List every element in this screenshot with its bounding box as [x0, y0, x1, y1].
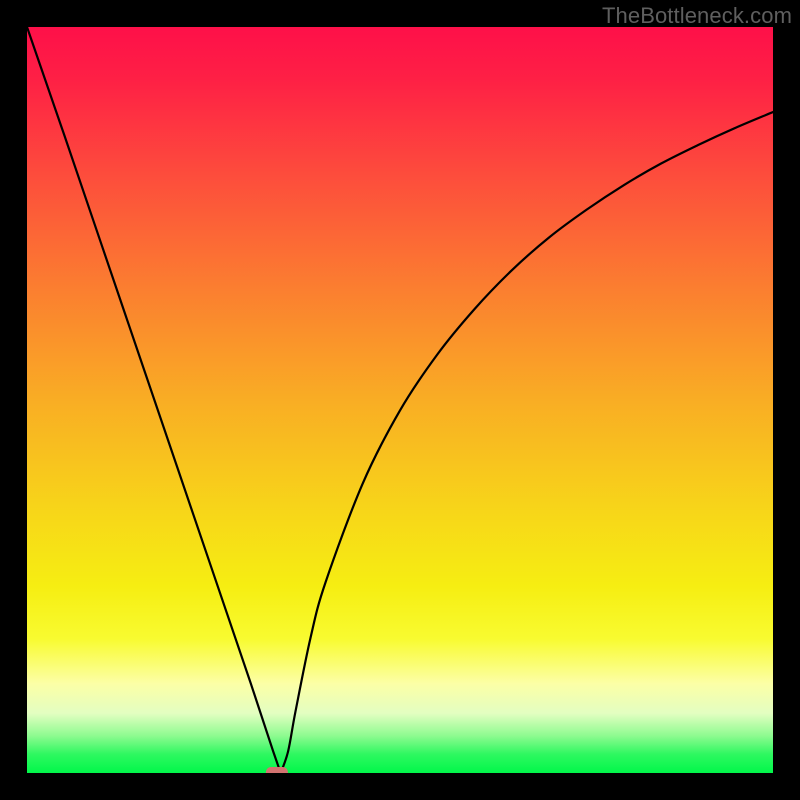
gradient-background — [27, 27, 773, 773]
attribution-label: TheBottleneck.com — [602, 3, 792, 29]
chart-frame: TheBottleneck.com — [0, 0, 800, 800]
plot-area — [27, 27, 773, 773]
bottleneck-chart — [27, 27, 773, 773]
optimum-marker — [266, 767, 288, 773]
